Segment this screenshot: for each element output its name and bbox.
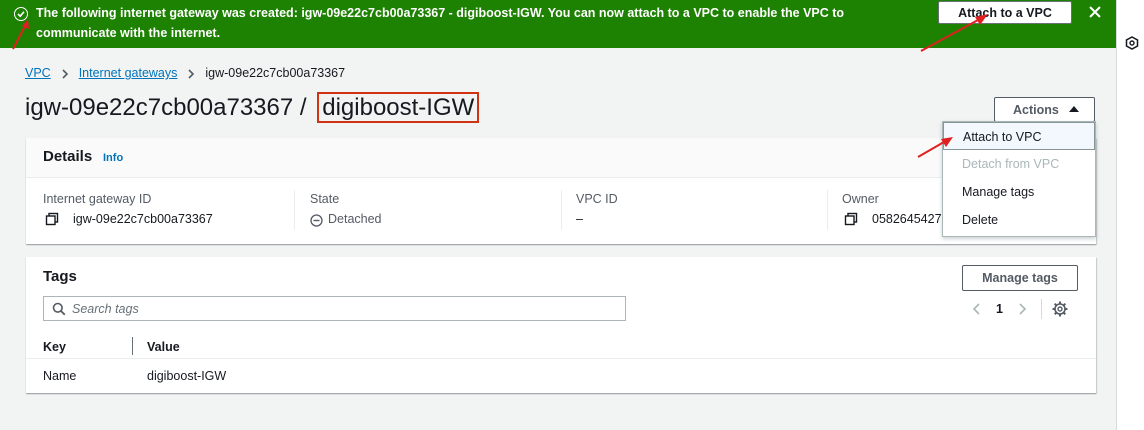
- details-header: Details Info: [26, 138, 1096, 178]
- column-header-key[interactable]: Key: [43, 338, 66, 356]
- copy-icon[interactable]: [844, 212, 858, 226]
- field-value: 0582645427: [872, 212, 942, 226]
- divider: [561, 190, 562, 230]
- caret-up-icon: [1069, 106, 1079, 112]
- field-state: State Detached: [310, 190, 382, 236]
- actions-button[interactable]: Actions: [994, 97, 1095, 122]
- tags-panel: Tags Manage tags 1 Key Value Name digibo…: [26, 257, 1096, 393]
- chevron-right-icon: [186, 67, 196, 79]
- copy-icon[interactable]: [45, 212, 59, 226]
- page-number[interactable]: 1: [996, 302, 1003, 316]
- column-header-value[interactable]: Value: [147, 338, 180, 356]
- field-vpc-id: VPC ID –: [576, 190, 618, 236]
- close-icon[interactable]: [1086, 3, 1104, 21]
- page-title-name: digiboost-IGW: [317, 92, 480, 123]
- breadcrumb-current: igw-09e22c7cb00a73367: [205, 66, 346, 80]
- search-tags-box: [43, 296, 626, 321]
- right-rail: [1116, 0, 1144, 430]
- manage-tags-button[interactable]: Manage tags: [962, 265, 1078, 291]
- table-row: Name digiboost-IGW: [26, 360, 1096, 390]
- success-banner: The following internet gateway was creat…: [0, 0, 1116, 48]
- field-value: igw-09e22c7cb00a73367: [73, 212, 213, 226]
- field-value-row: igw-09e22c7cb00a73367: [43, 209, 213, 229]
- field-owner: Owner 0582645427: [842, 190, 942, 236]
- pagination: 1: [970, 298, 1068, 320]
- details-title: Details: [43, 148, 93, 165]
- page-title-id: igw-09e22c7cb00a73367: [25, 94, 294, 121]
- field-value-row: Detached: [310, 209, 382, 229]
- info-link[interactable]: Info: [103, 152, 123, 164]
- tag-value: digiboost-IGW: [147, 369, 227, 383]
- menu-item-attach-to-vpc[interactable]: Attach to VPC: [943, 122, 1095, 150]
- check-circle-icon: [14, 7, 28, 21]
- divider: [1040, 299, 1042, 319]
- chevron-left-icon[interactable]: [970, 302, 984, 316]
- breadcrumb-vpc[interactable]: VPC: [25, 64, 51, 82]
- search-input[interactable]: [72, 299, 612, 318]
- chevron-right-icon: [60, 67, 70, 79]
- field-value-row: 0582645427: [842, 209, 942, 229]
- menu-item-detach-from-vpc: Detach from VPC: [962, 157, 1060, 171]
- divider: [827, 190, 828, 230]
- menu-item-delete[interactable]: Delete: [943, 206, 1095, 234]
- breadcrumb-internet-gateways[interactable]: Internet gateways: [79, 64, 178, 82]
- chevron-right-icon[interactable]: [1015, 302, 1029, 316]
- field-internet-gateway-id: Internet gateway ID igw-09e22c7cb00a7336…: [43, 190, 213, 236]
- banner-message: The following internet gateway was creat…: [36, 6, 845, 40]
- menu-item-manage-tags[interactable]: Manage tags: [943, 178, 1095, 206]
- tags-title: Tags: [43, 268, 77, 285]
- field-value: Detached: [328, 212, 382, 226]
- detached-icon: [310, 213, 323, 227]
- field-label: Owner: [842, 192, 879, 206]
- field-value: –: [576, 212, 583, 226]
- page-title: igw-09e22c7cb00a73367 / digiboost-IGW: [25, 92, 480, 126]
- field-label: State: [310, 192, 340, 206]
- details-panel: Details Info Internet gateway ID igw-09e…: [26, 138, 1096, 244]
- search-icon: [52, 302, 66, 316]
- field-label: VPC ID: [576, 192, 618, 206]
- field-label: Internet gateway ID: [43, 192, 152, 206]
- table-header: Key Value: [26, 335, 1096, 359]
- attach-to-vpc-banner-button[interactable]: Attach to a VPC: [938, 1, 1072, 24]
- divider: [294, 190, 295, 230]
- tag-key: Name: [43, 369, 77, 383]
- gear-icon[interactable]: [1052, 301, 1068, 317]
- column-resizer[interactable]: [132, 337, 133, 355]
- help-panel-icon[interactable]: [1125, 36, 1139, 50]
- actions-menu: Attach to VPC Detach from VPC Manage tag…: [942, 121, 1096, 237]
- breadcrumb: VPC Internet gateways igw-09e22c7cb00a73…: [25, 64, 345, 82]
- actions-label: Actions: [1013, 102, 1059, 117]
- page-title-separator: /: [293, 94, 314, 121]
